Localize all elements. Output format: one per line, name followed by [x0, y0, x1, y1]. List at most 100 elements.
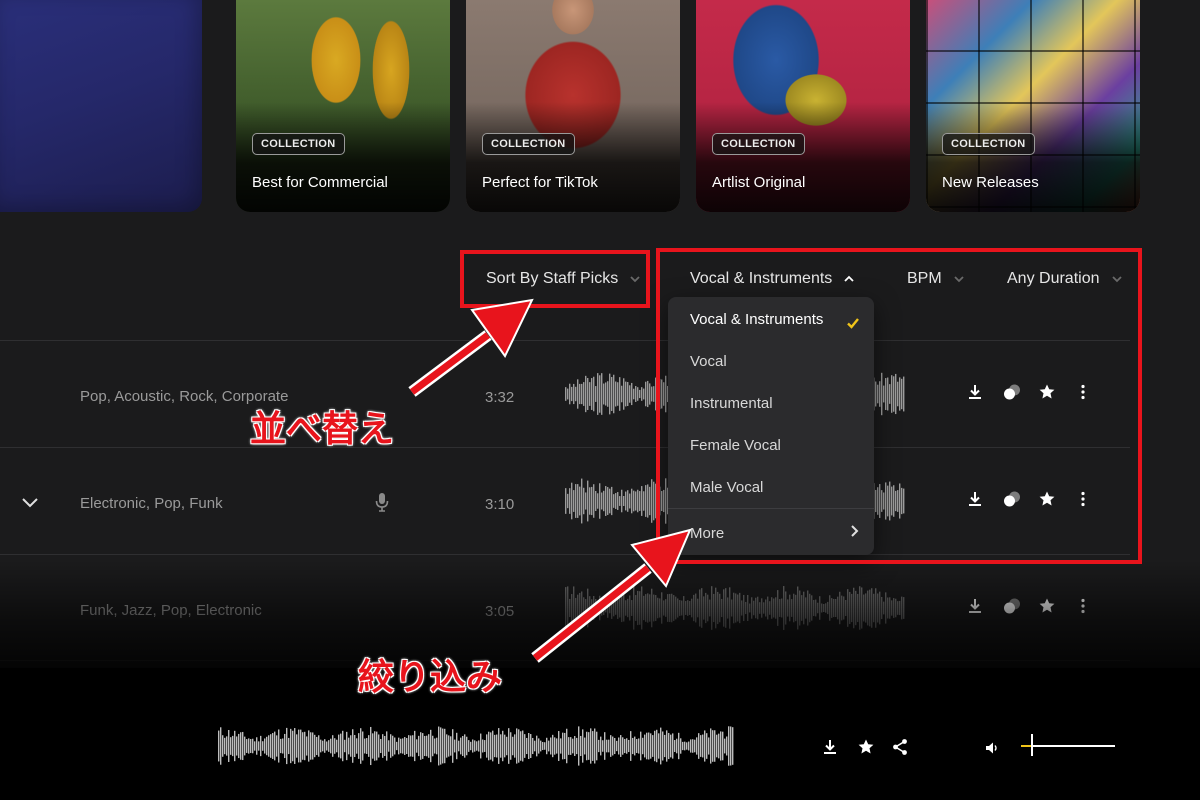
collection-card-new-releases[interactable]: COLLECTION New Releases: [926, 0, 1140, 212]
track-row[interactable]: Funk, Jazz, Pop, Electronic 3:05: [0, 555, 1130, 661]
waveform-bar: [384, 735, 386, 757]
waveform-bar: [587, 480, 589, 522]
waveform-bar: [593, 596, 595, 620]
waveform-bar: [602, 740, 604, 752]
waveform-bar: [657, 597, 659, 619]
waveform-bar: [712, 730, 714, 762]
waveform-bar: [621, 385, 623, 403]
waveform-bar: [590, 728, 592, 764]
waveform-bar: [268, 735, 270, 757]
waveform-bar: [625, 381, 627, 407]
waveform-bar: [238, 733, 240, 759]
waveform-bar: [731, 599, 733, 617]
waveform-bar: [815, 599, 817, 617]
waveform-bar: [284, 733, 286, 759]
waveform-bar: [675, 596, 677, 620]
waveform-bar: [412, 735, 414, 757]
player-waveform[interactable]: [218, 726, 734, 766]
waveform-bar: [857, 593, 859, 623]
waveform-bar: [670, 734, 672, 758]
waveform-bar: [618, 737, 620, 755]
waveform-bar: [410, 735, 412, 757]
waveform-bar: [632, 737, 634, 755]
waveform-bar: [565, 488, 567, 514]
waveform-bar: [382, 734, 384, 758]
waveform-bar: [811, 595, 813, 621]
waveform-bar: [607, 381, 609, 407]
waveform-bar: [871, 588, 873, 628]
waveform-bar: [258, 741, 260, 751]
waveform-bar: [741, 600, 743, 616]
waveform-bar: [613, 494, 615, 508]
waveform-bar: [569, 383, 571, 405]
waveform-bar: [767, 596, 769, 620]
collection-badge: COLLECTION: [712, 133, 805, 155]
volume-icon[interactable]: [984, 740, 1000, 756]
waveform-bar: [538, 738, 540, 754]
star-icon[interactable]: [1038, 597, 1056, 615]
waveform-bar: [757, 596, 759, 620]
waveform-bar: [575, 484, 577, 518]
waveform-bar: [306, 736, 308, 756]
waveform-bar: [698, 733, 700, 759]
waveform-bar: [575, 386, 577, 402]
waveform-bar: [346, 731, 348, 761]
waveform-bar: [655, 595, 657, 621]
waveform-bar: [645, 381, 647, 407]
waveform-bar: [613, 599, 615, 617]
waveform-bar: [570, 737, 572, 755]
waveform-bar: [354, 734, 356, 758]
waveform-bar: [610, 735, 612, 757]
collection-card-artlist-original[interactable]: COLLECTION Artlist Original: [696, 0, 910, 212]
collection-card-best-for-commercial[interactable]: COLLECTION Best for Commercial: [236, 0, 450, 212]
waveform-bar: [454, 739, 456, 753]
more-options-icon[interactable]: [1074, 597, 1092, 615]
waveform-bar: [252, 738, 254, 754]
share-icon[interactable]: [891, 738, 909, 756]
waveform-bar: [440, 727, 442, 765]
waveform-bar: [308, 730, 310, 762]
waveform-bar: [621, 489, 623, 513]
waveform-bar: [601, 373, 603, 415]
waveform-bar: [444, 728, 446, 764]
waveform-bar: [615, 381, 617, 407]
star-icon[interactable]: [857, 738, 875, 756]
waveform-bar: [615, 493, 617, 509]
chevron-down-icon[interactable]: [20, 492, 40, 512]
volume-slider-handle[interactable]: [1031, 734, 1034, 756]
waveform-bar: [751, 597, 753, 619]
volume-slider-track[interactable]: [1021, 745, 1115, 747]
waveform-bar: [617, 492, 619, 510]
waveform-bar: [408, 735, 410, 757]
waveform-bar: [640, 731, 642, 761]
waveform-bar: [641, 586, 643, 630]
featured-collection-card[interactable]: [0, 0, 202, 212]
waveform-bar: [430, 729, 432, 763]
waveform-bar: [522, 730, 524, 762]
download-icon[interactable]: [821, 738, 839, 756]
track-duration: 3:10: [485, 496, 515, 513]
waveform-bar: [272, 733, 274, 759]
waveform-bar: [616, 740, 618, 752]
waveform-bar: [348, 737, 350, 755]
waveform-bar: [352, 729, 354, 763]
waveform-bar: [649, 486, 651, 516]
waveform-bar: [567, 586, 569, 630]
track-waveform[interactable]: [565, 585, 905, 631]
collection-card-perfect-for-tiktok[interactable]: COLLECTION Perfect for TikTok: [466, 0, 680, 212]
waveform-bar: [669, 593, 671, 623]
waveform-bar: [400, 738, 402, 754]
waveform-bar: [643, 388, 645, 400]
download-icon[interactable]: [966, 597, 984, 615]
waveform-bar: [875, 588, 877, 628]
waveform-bar: [226, 736, 228, 756]
waveform-bar: [659, 598, 661, 618]
waveform-bar: [667, 594, 669, 622]
waveform-bar: [334, 738, 336, 754]
waveform-bar: [595, 386, 597, 402]
waveform-bar: [699, 589, 701, 627]
waveform-bar: [597, 373, 599, 415]
waveform-bar: [689, 601, 691, 615]
similar-tracks-icon[interactable]: [1002, 597, 1020, 615]
waveform-bar: [510, 732, 512, 760]
